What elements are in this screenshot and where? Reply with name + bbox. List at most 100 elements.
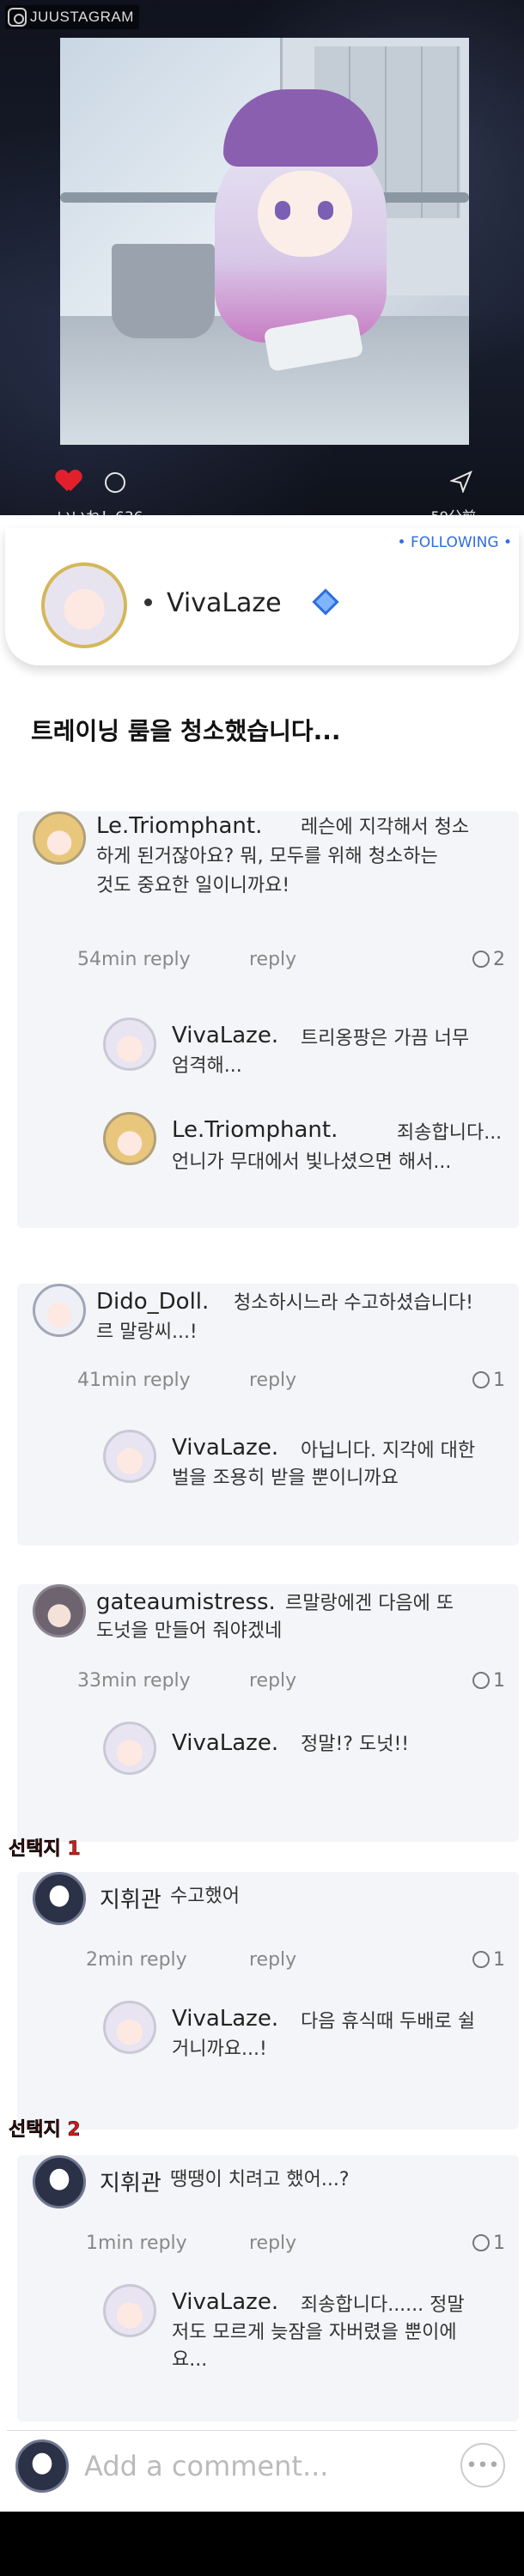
comment-text: 수고했어 [170,1886,240,1907]
app-bar: JUUSTAGRAM [5,5,139,29]
comment-bubble-icon [472,1672,490,1689]
reply-text: 거니까요...! [172,2038,267,2060]
avatar[interactable] [103,1722,156,1775]
reply-text: 다음 휴식때 두배로 쉴 [301,2011,476,2032]
comment-username[interactable]: Le.Triomphant. [96,813,262,839]
comment-thread: 지휘관 땡땡이 치려고 했어...? 1min reply reply 1 Vi… [17,2155,519,2421]
post-image[interactable] [60,38,469,445]
comment-time: 33min reply [77,1670,191,1692]
reply-count[interactable]: 1 [472,1949,505,1971]
comment-text: 르 말랑씨...! [96,1321,198,1343]
reply-count[interactable]: 2 [472,949,505,970]
reply-username[interactable]: Le.Triomphant. [172,1117,338,1143]
reply-username[interactable]: VivaLaze. [172,1435,278,1461]
avatar[interactable] [33,2155,86,2208]
avatar[interactable] [41,562,127,648]
comment-username[interactable]: 지휘관 [100,1882,161,1914]
avatar[interactable] [103,1430,156,1483]
bullet [144,598,152,606]
reply-text: 언니가 무대에서 빛나셨으면 해서... [172,1151,452,1173]
comment-bubble-icon [472,1951,490,1968]
more-dots-icon[interactable]: ••• [460,2443,505,2488]
comment-text: 도넛을 만들어 줘야겠네 [96,1620,283,1642]
reply-text: 벌을 조용히 받을 뿐이니까요 [172,1467,399,1489]
avatar[interactable] [33,1872,86,1925]
comment-text: 하게 된거잖아요? 뭐, 모두를 위해 청소하는 [96,846,438,867]
comment-time: 41min reply [77,1370,191,1391]
reply-count[interactable]: 1 [472,2233,505,2254]
reply-button[interactable]: reply [249,1670,296,1692]
post-caption: 트레이닝 룸을 청소했습니다... [31,717,341,745]
comment-thread: Dido_Doll. 청소하시느라 수고하셨습니다! 르 말랑씨...! 41m… [17,1284,519,1546]
verified-badge-icon [312,588,339,616]
reply-username[interactable]: VivaLaze. [172,2006,278,2032]
avatar[interactable] [33,1284,86,1337]
reply-text: 저도 모르게 늦잠을 자버렸을 뿐이에 [172,2322,457,2343]
reply-count[interactable]: 1 [472,1370,505,1391]
heart-icon[interactable] [57,471,81,493]
reply-text: 죄송합니다...... 정말 [301,2294,465,2316]
comment-username[interactable]: Dido_Doll. [96,1289,209,1315]
avatar[interactable] [103,1112,156,1165]
reply-text: 엄격해... [172,1055,242,1077]
reply-text: 정말!? 도넛!! [301,1734,410,1755]
comment-username[interactable]: 지휘관 [100,2166,161,2197]
send-icon[interactable] [450,471,472,493]
reply-username[interactable]: VivaLaze. [172,1730,278,1756]
reply-count-value: 1 [493,1949,505,1971]
avatar[interactable] [33,811,86,865]
character-face [258,171,352,257]
comment-bubble-icon [472,2234,490,2251]
following-status[interactable]: • FOLLOWING • [398,534,512,551]
avatar[interactable] [103,1018,156,1071]
comment-thread: gateaumistress. 르말랑에겐 다음에 또 도넛을 만들어 줘야겠네… [17,1584,519,1842]
avatar[interactable] [33,1584,86,1637]
choice-label: 선택지 1 [9,1838,81,1861]
comment-time: 54min reply [77,949,191,970]
comment-text: 청소하시느라 수고하셨습니다! [234,1292,473,1314]
comment-bar: Add a comment... ••• [7,2430,517,2500]
comment-text: 르말랑에겐 다음에 또 [285,1593,454,1614]
reply-count-value: 1 [493,1670,505,1692]
character-hat [223,89,378,167]
comment-thread: Le.Triomphant. 레슨에 지각해서 청소 하게 된거잖아요? 뭐, … [17,811,519,1228]
comment-text: 레슨에 지각해서 청소 [301,817,470,838]
profile-name[interactable]: VivaLaze [167,588,282,618]
avatar [15,2439,69,2493]
reply-username[interactable]: VivaLaze. [172,1023,278,1048]
comment-text: 것도 중요한 일이니까요! [96,875,290,896]
comment-thread: 지휘관 수고했어 2min reply reply 1 VivaLaze. 다음… [17,1872,519,2129]
reply-username[interactable]: VivaLaze. [172,2289,278,2315]
app-name: JUUSTAGRAM [30,9,134,25]
reply-count[interactable]: 1 [472,1670,505,1692]
reply-text: 트리옹팡은 가끔 너무 [301,1028,470,1049]
reply-text: 죄송합니다... [397,1122,503,1144]
bottom-margin [0,2512,524,2576]
reply-text: 요... [172,2349,208,2371]
character-eye-right [318,201,333,220]
avatar[interactable] [103,2001,156,2054]
reply-count-value: 1 [493,2233,505,2254]
reply-button[interactable]: reply [249,1949,296,1971]
post-header-area: JUUSTAGRAM いいね！636 59分前 [0,0,524,515]
comment-time: 1min reply [86,2233,187,2254]
camera-icon [8,8,27,27]
likes-count: いいね！636 [57,505,143,515]
comment-text: 땡땡이 치려고 했어...? [170,2169,350,2190]
reply-text: 아닙니다. 지각에 대한 [301,1440,476,1461]
post-time: 59分前 [431,505,476,515]
comment-bubble-icon [472,951,490,968]
character-eye-left [275,201,290,220]
comment-input[interactable]: Add a comment... [84,2450,328,2482]
reply-button[interactable]: reply [249,1370,296,1391]
comment-bubble-icon [472,1371,490,1388]
comment-time: 2min reply [86,1949,187,1971]
choice-label: 선택지 2 [9,2119,81,2142]
post-actions: いいね！636 59分前 [57,471,476,515]
reply-count-value: 2 [493,949,505,970]
comment-bubble-icon[interactable] [105,472,125,493]
avatar[interactable] [103,2284,156,2337]
reply-button[interactable]: reply [249,2233,296,2254]
reply-button[interactable]: reply [249,949,296,970]
comment-username[interactable]: gateaumistress. [96,1589,276,1615]
